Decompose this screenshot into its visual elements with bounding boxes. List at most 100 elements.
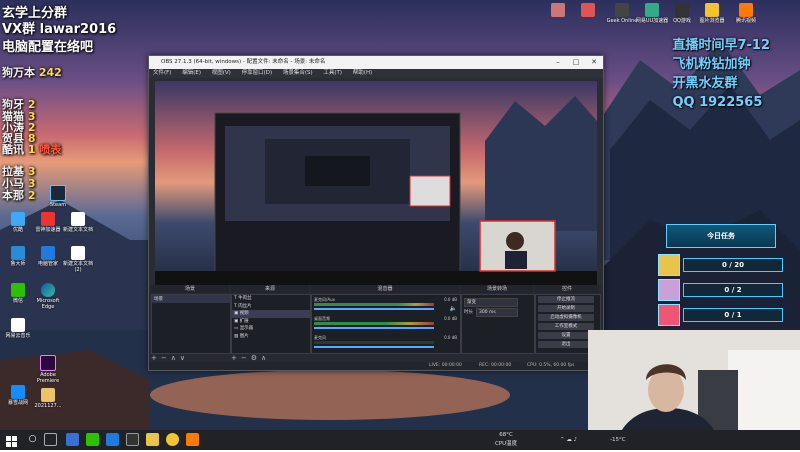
task-view-icon[interactable] [44,433,57,446]
ludashi-icon [11,246,25,260]
daily-tasks-panel: 今日任务 0 / 20 0 / 2 0 / 1 [658,224,784,326]
text-doc-icon [71,212,85,226]
source-label: 图片 [239,333,249,339]
edge-icon [41,283,55,297]
volume-meter [314,322,434,325]
add-source-icon[interactable]: + [231,354,241,362]
desktop-icon-tencent-video[interactable]: 腾讯视频 [728,3,764,24]
stop-stream-button[interactable]: 停止推流 [538,296,594,303]
overlay-line-3: 电脑配置在络吧 [2,40,94,55]
menu-edit[interactable]: 编辑(E) [182,70,201,76]
close-icon[interactable]: ✕ [585,56,603,69]
scenes-list[interactable]: 场景 [151,294,231,354]
transitions-dock-title: 场景转场 [461,285,533,293]
webcam-overlay [588,330,800,437]
source-item[interactable]: T 牛肉丝 [232,295,310,303]
desktop-icon-file[interactable]: 2021127... [30,388,66,409]
move-down-icon[interactable]: ∨ [180,354,189,362]
desktop-icon-netease[interactable]: 网易云音乐 [0,318,36,339]
obs-titlebar[interactable]: OBS 27.1.3 (64-bit, windows) - 配置文件: 未命名… [149,56,603,69]
cpu-temp-widget[interactable]: 68°C CPU温度 [495,431,517,449]
tencent-video-icon [739,3,753,17]
source-label: 牛肉丝 [238,296,252,301]
volume-slider[interactable] [314,346,434,348]
task-icon [658,279,680,301]
menu-file[interactable]: 文件(F) [153,70,171,76]
obs-dock-area: 场景 场景 +−∧∨ 来源 T 牛肉丝 T 肉丝片 ▣ 视频 ▣ 扩展 ▭ 显示… [149,285,603,370]
minimize-icon[interactable]: – [549,56,567,69]
sources-toolbar: +−⚙∧ [231,354,270,362]
stat-suffix: 喷表 [39,143,62,156]
wechat-icon[interactable] [86,433,99,446]
menu-help[interactable]: 帮助(H) [353,70,372,76]
tasks-title: 今日任务 [666,224,776,248]
settings-button[interactable]: 设置 [538,332,594,339]
add-scene-icon[interactable]: + [151,354,161,362]
mixer-track-level: 0.0 dB [444,297,457,302]
task-progress: 0 / 1 [683,308,783,322]
taskbar-app-icon[interactable] [106,433,119,446]
taskbar-app-icon[interactable] [66,433,79,446]
source-item[interactable]: ▨ 图片 [232,333,310,341]
menu-view[interactable]: 视图(V) [212,70,231,76]
sources-list[interactable]: T 牛肉丝 T 肉丝片 ▣ 视频 ▣ 扩展 ▭ 显示器 ▨ 图片 [231,294,311,354]
volume-slider[interactable] [314,327,434,329]
mixer-track-level: 0.0 dB [444,335,457,340]
speaker-icon[interactable]: 🔈 [450,305,457,312]
duration-input[interactable]: 300 ms [476,308,518,317]
cpu-temp-label: CPU温度 [495,441,518,447]
remove-scene-icon[interactable]: − [161,354,171,362]
leishen-icon [41,212,55,226]
obs-icon[interactable] [126,433,139,446]
qq-game-icon [675,3,689,17]
start-recording-button[interactable]: 开始录制 [538,305,594,312]
taskbar-app-icon[interactable] [146,433,159,446]
transition-select[interactable]: 渐变 [464,298,518,307]
scene-item[interactable]: 场景 [152,295,230,303]
desktop-icon-label: QQ游戏 [673,18,691,24]
mixer-track-level: 0.0 dB [444,316,457,321]
text-doc-icon [71,246,85,260]
desktop-icon-top-2[interactable] [570,3,606,18]
remove-source-icon[interactable]: − [241,354,251,362]
desktop-icon-label: 2021127... [34,403,62,409]
move-up-icon[interactable]: ∧ [261,354,270,362]
source-item[interactable]: ▭ 显示器 [232,325,310,333]
desktop-icon-label: 新建文本文档(2) [62,261,93,273]
move-up-icon[interactable]: ∧ [171,354,180,362]
gear-icon[interactable]: ⚙ [251,354,261,362]
source-item[interactable]: ▣ 视频 [232,310,310,318]
desktop-icon-label: 暴雪战网 [7,400,28,406]
start-button[interactable] [5,433,18,447]
desktop-icon-edge[interactable]: Microsoft Edge [30,283,66,310]
desktop-icon-textdoc2[interactable]: 新建文本文档(2) [60,246,96,273]
desktop-icon-photos[interactable]: 图片浏览器 [694,3,730,24]
maximize-icon[interactable]: □ [567,56,585,69]
source-label: 显示器 [239,326,254,331]
desktop-icon-premiere[interactable]: Adobe Premiere [30,355,66,384]
menu-scene-collection[interactable]: 场景集合(S) [283,70,313,76]
virtual-camera-button[interactable]: 启动虚拟摄像机 [538,314,594,321]
volume-slider[interactable] [314,308,434,310]
overlay-right-line-2: 飞机粉钻加钟 [672,57,751,72]
studio-mode-button[interactable]: 工作室模式 [538,323,594,330]
desktop-icon-textdoc[interactable]: 新建文本文档 [60,212,96,233]
weather-temp[interactable]: -15°C [610,430,626,450]
overlay-stat: 酷讯 1 喷表 [2,141,61,157]
overlay-stat: 本那 2 [2,187,36,203]
desktop-icon-steam[interactable]: Steam [40,185,76,208]
tray-icons[interactable]: ⌃ ☁ ♪ [560,430,577,450]
source-item[interactable]: T 肉丝片 [232,303,310,311]
wechat-icon [11,283,25,297]
taskbar-app-icon[interactable] [186,433,199,446]
taskbar-app-icon[interactable] [166,433,179,446]
youku-icon [11,212,25,226]
search-icon[interactable]: ○ [26,433,39,446]
exit-button[interactable]: 退出 [538,341,594,348]
obs-window[interactable]: OBS 27.1.3 (64-bit, windows) - 配置文件: 未命名… [148,55,604,371]
menu-tools[interactable]: 工具(T) [323,70,342,76]
scenes-dock-title: 场景 [151,285,229,293]
desktop-icon-label: Microsoft Edge [36,298,60,310]
menu-docks[interactable]: 停靠窗口(D) [242,70,273,76]
source-item[interactable]: ▣ 扩展 [232,318,310,326]
